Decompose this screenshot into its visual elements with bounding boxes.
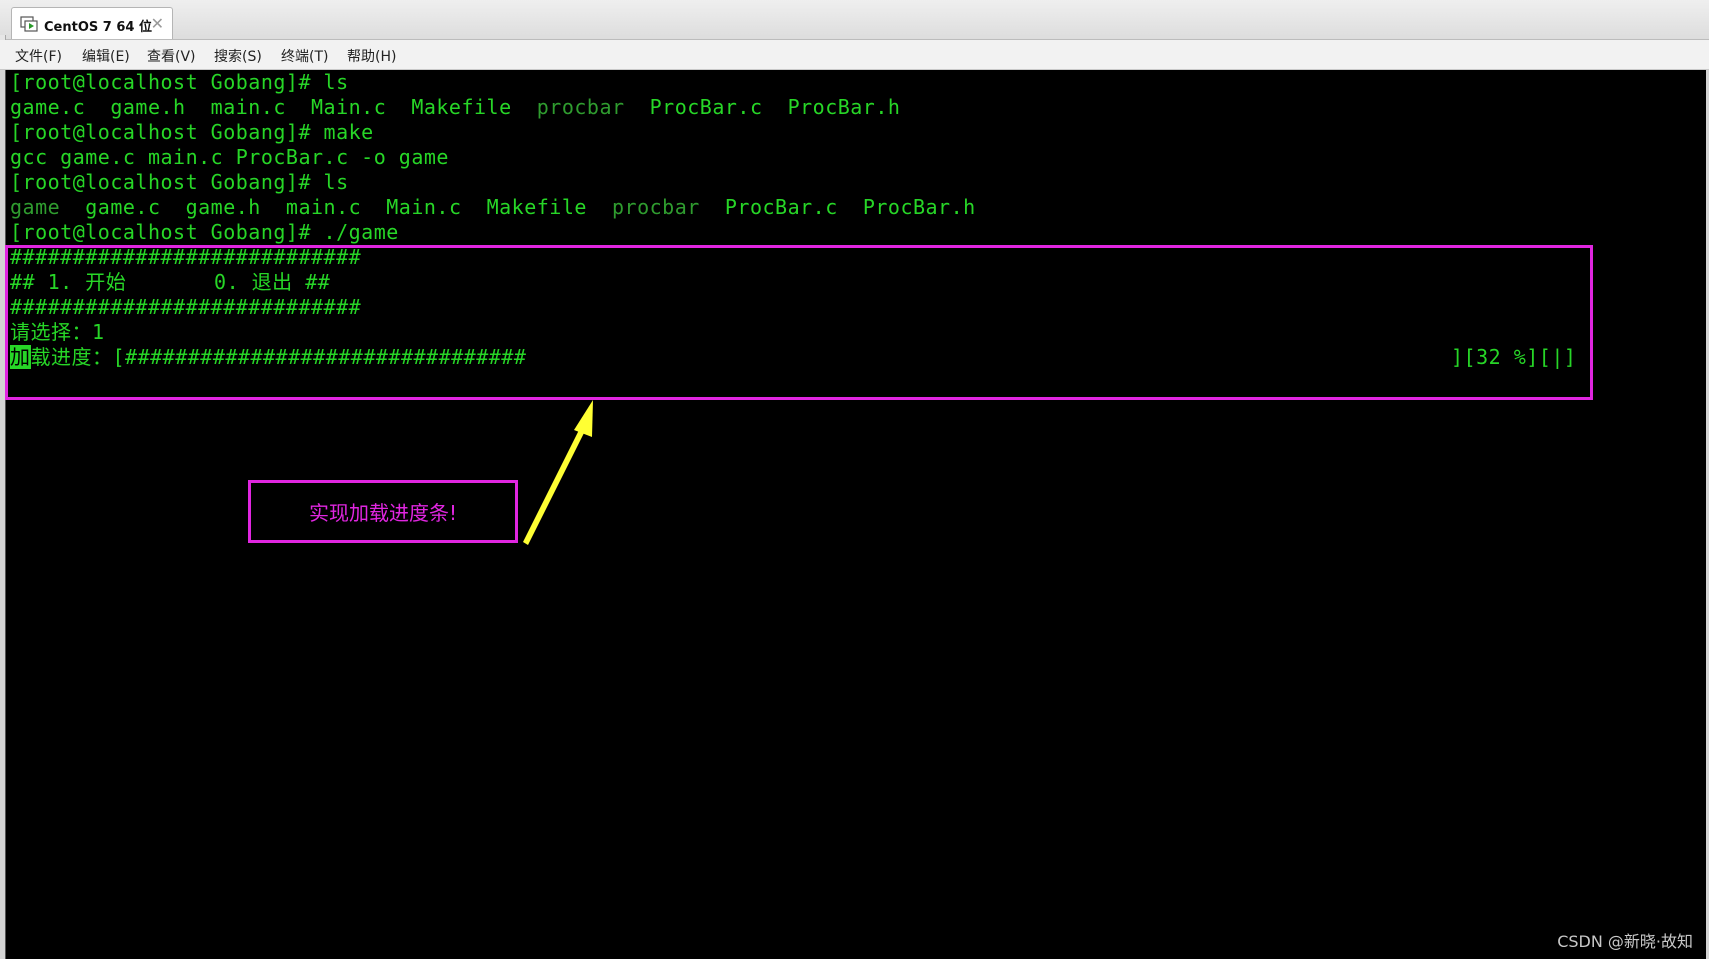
file-list: game.c game.h main.c Main.c Makefile xyxy=(10,95,537,119)
highlight-box xyxy=(5,245,1593,400)
terminal-line: [root@localhost Gobang]# ls xyxy=(10,70,349,95)
terminal-line: game game.c game.h main.c Main.c Makefil… xyxy=(10,195,976,220)
executable-name: game xyxy=(10,195,61,219)
vm-tab-label: CentOS 7 64 位 xyxy=(44,20,152,35)
menu-view[interactable]: 查看(V) xyxy=(147,46,196,66)
prompt: [root@localhost Gobang]# xyxy=(10,70,324,94)
menu-terminal[interactable]: 终端(T) xyxy=(281,46,328,66)
command: ./game xyxy=(323,220,399,244)
terminal-line: [root@localhost Gobang]# ls xyxy=(10,170,349,195)
callout-text: 实现加载进度条! xyxy=(308,501,458,525)
executable-name: procbar xyxy=(611,195,700,219)
make-output: gcc game.c main.c ProcBar.c -o game xyxy=(10,145,449,169)
prompt: [root@localhost Gobang]# xyxy=(10,220,324,244)
executable-name: procbar xyxy=(536,95,625,119)
menu-search[interactable]: 搜索(S) xyxy=(214,46,262,66)
file-list: ProcBar.c ProcBar.h xyxy=(699,195,976,219)
command: ls xyxy=(323,70,349,94)
tab-strip: CentOS 7 64 位 ✕ xyxy=(0,0,1709,40)
file-list: ProcBar.c ProcBar.h xyxy=(624,95,901,119)
command: make xyxy=(323,120,374,144)
terminal-line: game.c game.h main.c Main.c Makefile pro… xyxy=(10,95,900,120)
terminal-line: [root@localhost Gobang]# make xyxy=(10,120,374,145)
menu-help[interactable]: 帮助(H) xyxy=(347,46,396,66)
terminal-window: CentOS 7 64 位 ✕ 文件(F) 编辑(E) 查看(V) 搜索(S) … xyxy=(0,0,1709,959)
prompt: [root@localhost Gobang]# xyxy=(10,120,324,144)
file-list: game.c game.h main.c Main.c Makefile xyxy=(60,195,612,219)
callout-box: 实现加载进度条! xyxy=(248,480,518,543)
menu-bar: 文件(F) 编辑(E) 查看(V) 搜索(S) 终端(T) 帮助(H) xyxy=(0,40,1709,70)
terminal-line: gcc game.c main.c ProcBar.c -o game xyxy=(10,145,449,170)
watermark: CSDN @新晓·故知 xyxy=(1557,932,1693,951)
menu-file[interactable]: 文件(F) xyxy=(15,46,62,66)
vm-play-icon xyxy=(20,16,38,32)
vm-tab[interactable]: CentOS 7 64 位 ✕ xyxy=(11,7,173,39)
menu-edit[interactable]: 编辑(E) xyxy=(82,46,130,66)
terminal-line: [root@localhost Gobang]# ./game xyxy=(10,220,399,245)
prompt: [root@localhost Gobang]# xyxy=(10,170,324,194)
close-icon[interactable]: ✕ xyxy=(151,14,164,33)
command: ls xyxy=(323,170,349,194)
